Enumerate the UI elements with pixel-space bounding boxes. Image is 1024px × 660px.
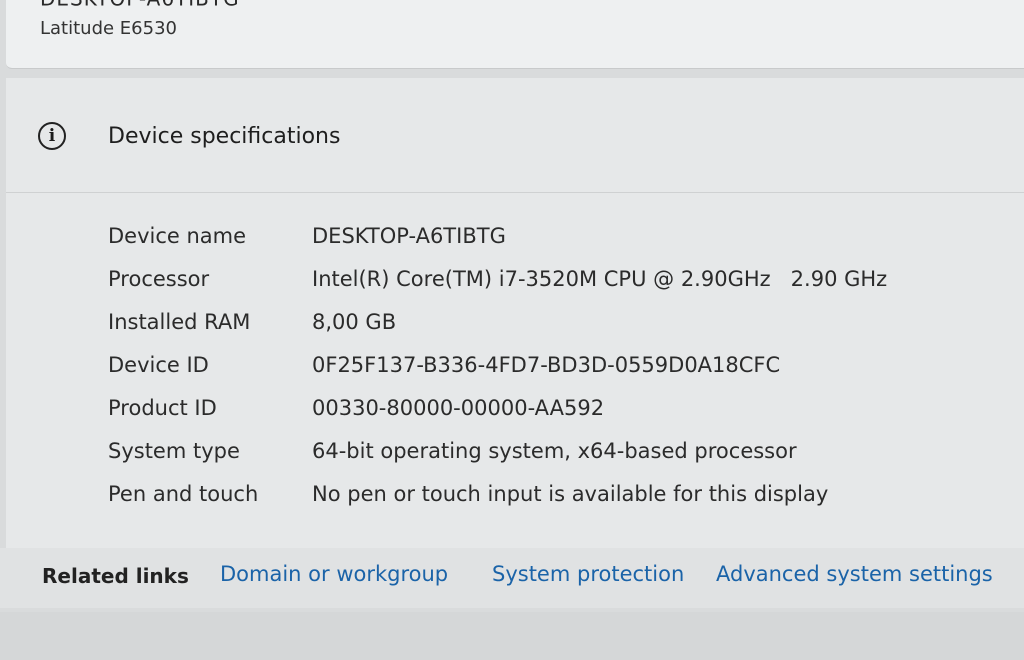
spec-row-system-type: System type 64-bit operating system, x64… bbox=[108, 429, 887, 472]
spec-label: Device ID bbox=[108, 352, 209, 377]
spec-value: 0F25F137-B336-4FD7-BD3D-0559D0A18CFC bbox=[312, 352, 781, 377]
device-title-partial: DESKTOP-A6TIBTG bbox=[40, 0, 240, 11]
spec-label: Processor bbox=[108, 266, 210, 291]
next-card-edge bbox=[0, 612, 1024, 660]
spec-value: No pen or touch input is available for t… bbox=[312, 481, 829, 506]
spec-row-installed-ram: Installed RAM 8,00 GB bbox=[108, 300, 887, 343]
spec-value: 64-bit operating system, x64-based proce… bbox=[312, 438, 797, 463]
spec-label: Device name bbox=[108, 223, 247, 248]
spec-value: Intel(R) Core(TM) i7-3520M CPU @ 2.90GHz… bbox=[312, 266, 888, 291]
related-links-heading: Related links bbox=[42, 564, 189, 588]
device-specifications-header[interactable]: i Device specifications bbox=[6, 78, 1024, 193]
info-icon: i bbox=[38, 122, 66, 150]
spec-value: DESKTOP-A6TIBTG bbox=[312, 223, 506, 248]
system-protection-link[interactable]: System protection bbox=[492, 562, 684, 586]
spec-row-pen-and-touch: Pen and touch No pen or touch input is a… bbox=[108, 472, 887, 515]
spec-row-device-id: Device ID 0F25F137-B336-4FD7-BD3D-0559D0… bbox=[108, 343, 887, 386]
spec-value: 00330-80000-00000-AA592 bbox=[312, 395, 605, 420]
device-summary-card: DESKTOP-A6TIBTG Latitude E6530 bbox=[6, 0, 1024, 69]
spec-value: 8,00 GB bbox=[312, 309, 397, 334]
device-specifications-card: i Device specifications Device name DESK… bbox=[6, 78, 1024, 548]
spec-label: System type bbox=[108, 438, 240, 463]
spec-list: Device name DESKTOP-A6TIBTG Processor In… bbox=[108, 214, 887, 515]
domain-or-workgroup-link[interactable]: Domain or workgroup bbox=[220, 562, 448, 586]
spec-label: Product ID bbox=[108, 395, 217, 420]
spec-label: Installed RAM bbox=[108, 309, 251, 334]
device-model: Latitude E6530 bbox=[40, 18, 177, 39]
spec-label: Pen and touch bbox=[108, 481, 259, 506]
spec-row-processor: Processor Intel(R) Core(TM) i7-3520M CPU… bbox=[108, 257, 887, 300]
spec-row-device-name: Device name DESKTOP-A6TIBTG bbox=[108, 214, 887, 257]
advanced-system-settings-link[interactable]: Advanced system settings bbox=[716, 562, 993, 586]
section-title: Device specifications bbox=[108, 124, 341, 149]
related-links-bar: Related links Domain or workgroup System… bbox=[0, 548, 1024, 608]
spec-row-product-id: Product ID 00330-80000-00000-AA592 bbox=[108, 386, 887, 429]
